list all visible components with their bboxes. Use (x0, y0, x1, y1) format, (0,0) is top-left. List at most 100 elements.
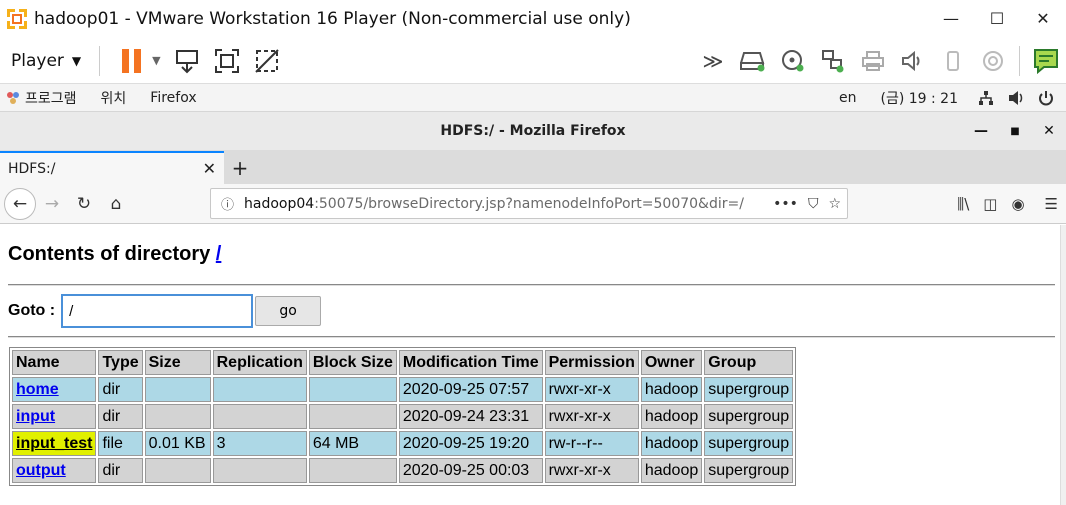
permission-cell: rw-r--r-- (544, 431, 639, 456)
firefox-minimize-button[interactable]: — (964, 112, 998, 150)
sound-card-button[interactable] (893, 41, 933, 81)
pause-dropdown-icon[interactable]: ▼ (152, 54, 160, 67)
fullscreen-icon (214, 48, 239, 73)
minimize-button[interactable]: — (928, 0, 974, 36)
network-wired-icon[interactable] (978, 90, 994, 106)
group-cell: supergroup (704, 404, 794, 429)
replication-cell (212, 458, 307, 483)
divider (8, 284, 1055, 286)
goto-input[interactable] (61, 294, 254, 328)
arrow-left-icon: ← (12, 193, 28, 214)
send-ctrl-alt-del-button[interactable] (167, 41, 207, 81)
library-icon[interactable]: ⫼\ (957, 195, 969, 213)
forward-button[interactable]: → (36, 188, 68, 220)
column-header: Type (98, 350, 143, 375)
unity-button[interactable] (247, 41, 287, 81)
sidebar-icon[interactable]: ◫ (983, 195, 997, 213)
unity-disabled-icon (254, 48, 279, 73)
permission-cell: rwxr-xr-x (544, 404, 639, 429)
permission-cell: rwxr-xr-x (544, 458, 639, 483)
page-actions-icon[interactable]: ••• (773, 196, 798, 212)
table-row: home dir 2020-09-25 07:57 rwxr-xr-x hado… (12, 377, 794, 402)
vertical-scrollbar[interactable] (1060, 225, 1066, 505)
table-header-row: Name Type Size Replication Block Size Mo… (12, 350, 794, 375)
file-link[interactable]: input_test (16, 435, 92, 452)
firefox-app-label: Firefox (150, 89, 197, 106)
bookmark-star-icon[interactable]: ☆ (828, 196, 841, 212)
owner-cell: hadoop (640, 377, 703, 402)
file-link[interactable]: home (16, 381, 59, 398)
column-header: Size (144, 350, 211, 375)
hard-disk-button[interactable] (733, 41, 773, 81)
pause-button[interactable] (112, 41, 152, 81)
reload-button[interactable]: ↻ (68, 188, 100, 220)
close-button[interactable]: ✕ (1020, 0, 1066, 36)
printer-button[interactable] (853, 41, 893, 81)
account-icon[interactable]: ◉ (1011, 195, 1024, 213)
table-row: input dir 2020-09-24 23:31 rwxr-xr-x had… (12, 404, 794, 429)
vmware-toolbar: Player ▼ ▼ ≫ (0, 38, 1066, 84)
home-button[interactable]: ⌂ (100, 188, 132, 220)
power-icon[interactable] (1038, 90, 1054, 106)
page-info-icon[interactable]: ⓘ (221, 194, 234, 213)
applications-menu-label: 프로그램 (25, 90, 77, 107)
toolbar-divider (99, 45, 101, 76)
message-log-icon (1034, 49, 1058, 75)
tab-hdfs[interactable]: HDFS:/ ✕ (0, 151, 224, 184)
fullscreen-button[interactable] (207, 41, 247, 81)
pocket-icon[interactable]: ⛉ (808, 196, 819, 212)
camera-button[interactable] (973, 41, 1013, 81)
player-menu-button[interactable]: Player ▼ (0, 38, 81, 83)
new-tab-button[interactable]: + (224, 151, 256, 184)
volume-icon[interactable] (1008, 90, 1024, 106)
back-button[interactable]: ← (4, 187, 36, 220)
page-content: Contents of directory / Goto : go Name T… (0, 225, 1066, 505)
name-cell: input (12, 404, 97, 429)
group-cell: supergroup (704, 431, 794, 456)
firefox-close-button[interactable]: ✕ (1032, 112, 1066, 150)
firefox-maximize-button[interactable]: ■ (998, 112, 1032, 150)
maximize-button[interactable]: ☐ (974, 0, 1020, 36)
root-dir-link[interactable]: / (216, 243, 222, 265)
input-language-indicator[interactable]: en (839, 90, 857, 106)
url-bar[interactable]: ⓘ hadoop04:50075/browseDirectory.jsp?nam… (210, 188, 848, 219)
block-size-cell: 64 MB (308, 431, 397, 456)
mtime-cell: 2020-09-25 07:57 (398, 377, 543, 402)
go-button[interactable]: go (255, 296, 322, 326)
clock[interactable]: (금) 19 : 21 (880, 88, 958, 108)
goto-form: Goto : go (8, 294, 322, 328)
close-tab-icon[interactable]: ✕ (203, 159, 216, 178)
chevron-down-icon: ▼ (71, 53, 82, 68)
directory-listing-table: Name Type Size Replication Block Size Mo… (9, 347, 797, 486)
network-adapter-button[interactable] (813, 41, 853, 81)
group-cell: supergroup (704, 377, 794, 402)
owner-cell: hadoop (640, 458, 703, 483)
hamburger-menu-icon[interactable]: ☰ (1045, 195, 1058, 213)
file-link[interactable]: input (16, 408, 55, 425)
url-host: hadoop04 (244, 195, 315, 212)
goto-label: Goto : (8, 302, 56, 319)
more-devices-button[interactable]: ≫ (693, 41, 733, 81)
column-header: Replication (212, 350, 307, 375)
divider (8, 336, 1055, 338)
places-menu[interactable]: 위치 (101, 88, 127, 108)
gnome-top-bar: 프로그램 위치 Firefox en (금) 19 : 21 (0, 84, 1066, 112)
vmware-logo-icon (5, 7, 29, 31)
message-log-button[interactable] (1026, 41, 1066, 81)
applications-menu[interactable]: 프로그램 (6, 88, 77, 108)
group-cell: supergroup (704, 458, 794, 483)
usb-device-button[interactable] (933, 41, 973, 81)
firefox-window-title: HDFS:/ - Mozilla Firefox (440, 123, 626, 139)
permission-cell: rwxr-xr-x (544, 377, 639, 402)
type-cell: dir (98, 458, 143, 483)
cd-dvd-button[interactable] (773, 41, 813, 81)
name-cell: home (12, 377, 97, 402)
network-adapter-icon (822, 50, 844, 73)
block-size-cell (308, 404, 397, 429)
type-cell: dir (98, 377, 143, 402)
close-icon: ✕ (1043, 123, 1055, 139)
column-header: Permission (544, 350, 639, 375)
file-link[interactable]: output (16, 462, 66, 479)
gnome-foot-icon (7, 91, 19, 104)
firefox-app-menu[interactable]: Firefox (150, 90, 196, 106)
